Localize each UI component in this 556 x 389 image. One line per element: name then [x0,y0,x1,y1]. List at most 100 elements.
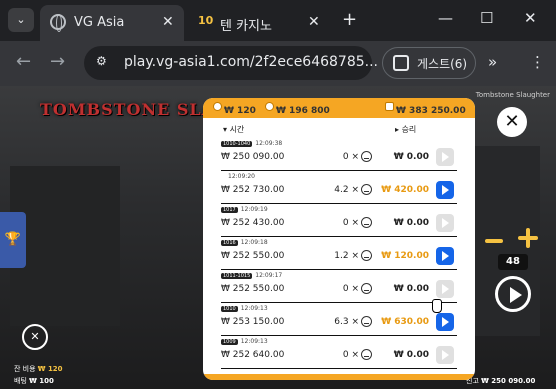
replay-button[interactable] [436,280,454,298]
row-balance: ₩ 253 150.00 [221,317,285,327]
header-jackpot-value: ₩ 383 250.00 [396,106,466,116]
row-win: ₩ 0.00 [393,218,429,228]
col-win-label: 승리 [401,125,417,134]
balance-label: 잔 비용 [14,365,36,373]
replay-button[interactable] [436,247,454,265]
forward-icon[interactable]: → [50,51,65,72]
row-tag: 1011-1015 [221,273,253,279]
row-win: ₩ 420.00 [381,185,429,195]
row-balance: ₩ 250 090.00 [221,152,285,162]
row-multiplier: 0 × [342,284,359,294]
history-list: 1010-1040 12:09:38 ₩ 250 090.00 0 × ₩ 0.00 1… [221,138,457,369]
tab-close-icon[interactable]: ✕ [308,14,320,30]
back-icon[interactable]: ← [16,51,31,72]
minimize-icon[interactable]: — [438,9,453,27]
address-bar[interactable]: ⚙ play.vg-asia1.com/2f2ece6468785... [84,46,378,80]
row-time-value: 12:09:18 [240,239,268,246]
row-multiplier: 0 × [342,350,359,360]
row-time: 1010-1040 12:09:38 [221,140,282,147]
tab-strip: ⌄ VG Asia ✕ 10 텐 카지노 ✕ + — ☐ ✕ [0,0,556,41]
replay-button[interactable] [436,313,454,331]
extensions-overflow-icon[interactable]: » [488,53,497,71]
game-title-small: Tombstone Slaughter [475,91,550,99]
bet-label: 배팅 [14,377,27,385]
row-time-value: 12:09:13 [240,305,268,312]
replay-button[interactable] [436,214,454,232]
background-building [10,166,120,326]
tab-close-icon[interactable]: ✕ [162,14,174,30]
guest-label: 게스트(6) [417,57,468,71]
tab-search-button[interactable]: ⌄ [8,8,34,32]
close-window-icon[interactable]: ✕ [524,9,537,27]
close-history-button[interactable]: ✕ [497,107,527,137]
row-time: 1011-1015 12:09:17 [221,272,282,279]
header-total: ₩ 196 800 [265,102,330,116]
row-time-value: 12:09:20 [228,173,255,180]
row-tag: 1017 [221,207,238,213]
row-time-value: 12:09:19 [240,206,268,213]
bet-value: ₩ 100 [29,377,54,385]
url-text: play.vg-asia1.com/2f2ece6468785... [124,54,379,70]
history-row: 1009 12:09:13 ₩ 252 640.00 0 × ₩ 0.00 [221,336,457,369]
tab-title: 텐 카지노 [220,19,272,34]
tab-ten-casino[interactable]: 10 텐 카지노 ✕ [190,5,330,41]
balance-value: ₩ 120 [37,365,63,373]
maximize-icon[interactable]: ☐ [480,9,493,27]
row-time-value: 12:09:38 [255,140,283,147]
bet-level: 48 [498,254,528,270]
row-time: 1010 12:09:13 [221,305,268,312]
globe-icon [50,14,66,32]
row-time: 1016 12:09:18 [221,239,268,246]
row-tag: 1009 [221,339,238,345]
tab-vg-asia[interactable]: VG Asia ✕ [40,5,184,41]
mute-button[interactable]: ✕ [22,324,48,350]
spin-button[interactable] [495,276,531,312]
mouse-cursor [432,299,442,313]
history-row: 1017 12:09:19 ₩ 252 430.00 0 × ₩ 0.00 [221,204,457,237]
header-balance-value: ₩ 120 [224,106,256,116]
row-win: ₩ 0.00 [393,152,429,162]
column-time[interactable]: ▾ 시간 [223,124,244,135]
row-multiplier: 1.2 × [334,251,359,261]
history-row: 1010-1040 12:09:38 ₩ 250 090.00 0 × ₩ 0.00 [221,138,457,171]
row-balance: ₩ 252 430.00 [221,218,285,228]
history-row: 1011-1015 12:09:17 ₩ 252 550.00 0 × ₩ 0.00 [221,270,457,303]
credit-info: 신고 ₩ 250 090.00 [466,376,535,386]
credit-value: ₩ 250 090.00 [481,377,536,385]
row-balance: ₩ 252 730.00 [221,185,285,195]
row-multiplier: 4.2 × [334,185,359,195]
trophy-icon: 🏆 [4,232,22,247]
site-info-icon[interactable]: ⚙ [96,54,114,70]
row-win: ₩ 0.00 [393,284,429,294]
header-jackpot: ₩ 383 250.00 [385,102,466,116]
row-time-value: 12:09:13 [240,338,268,345]
coin-icon [265,102,274,111]
col-time-label: 시간 [229,125,245,134]
tab-favicon: 10 [198,14,214,27]
column-win[interactable]: ▸ 승리 [395,124,416,135]
browser-window: ⌄ VG Asia ✕ 10 텐 카지노 ✕ + — ☐ ✕ ← → ⚙ pla… [0,0,556,389]
new-tab-icon[interactable]: + [342,9,357,30]
row-time: 12:09:20 [221,173,255,180]
header-total-value: ₩ 196 800 [276,106,330,116]
replay-button[interactable] [436,346,454,364]
lock-icon [385,102,394,111]
bet-decrease-button[interactable] [485,239,503,243]
trophy-button[interactable]: 🏆 [0,212,26,268]
row-tag: 1010-1040 [221,141,253,147]
panel-footer [203,374,475,380]
menu-icon[interactable]: ⋮ [530,53,545,71]
bet-increase-button[interactable] [518,228,538,248]
row-multiplier: 0 × [342,218,359,228]
history-row: 1016 12:09:18 ₩ 252 550.00 1.2 × ₩ 120.00 [221,237,457,270]
replay-button[interactable] [436,148,454,166]
row-win: ₩ 630.00 [381,317,429,327]
game-area: TOMBSTONE SLAUGHTER Tombstone Slaughter … [0,86,556,389]
row-balance: ₩ 252 640.00 [221,350,285,360]
replay-button[interactable] [436,181,454,199]
row-balance: ₩ 252 550.00 [221,284,285,294]
guest-profile-button[interactable]: 게스트(6) [382,47,476,79]
row-tag: 1016 [221,240,238,246]
row-balance: ₩ 252 550.00 [221,251,285,261]
row-multiplier: 0 × [342,152,359,162]
